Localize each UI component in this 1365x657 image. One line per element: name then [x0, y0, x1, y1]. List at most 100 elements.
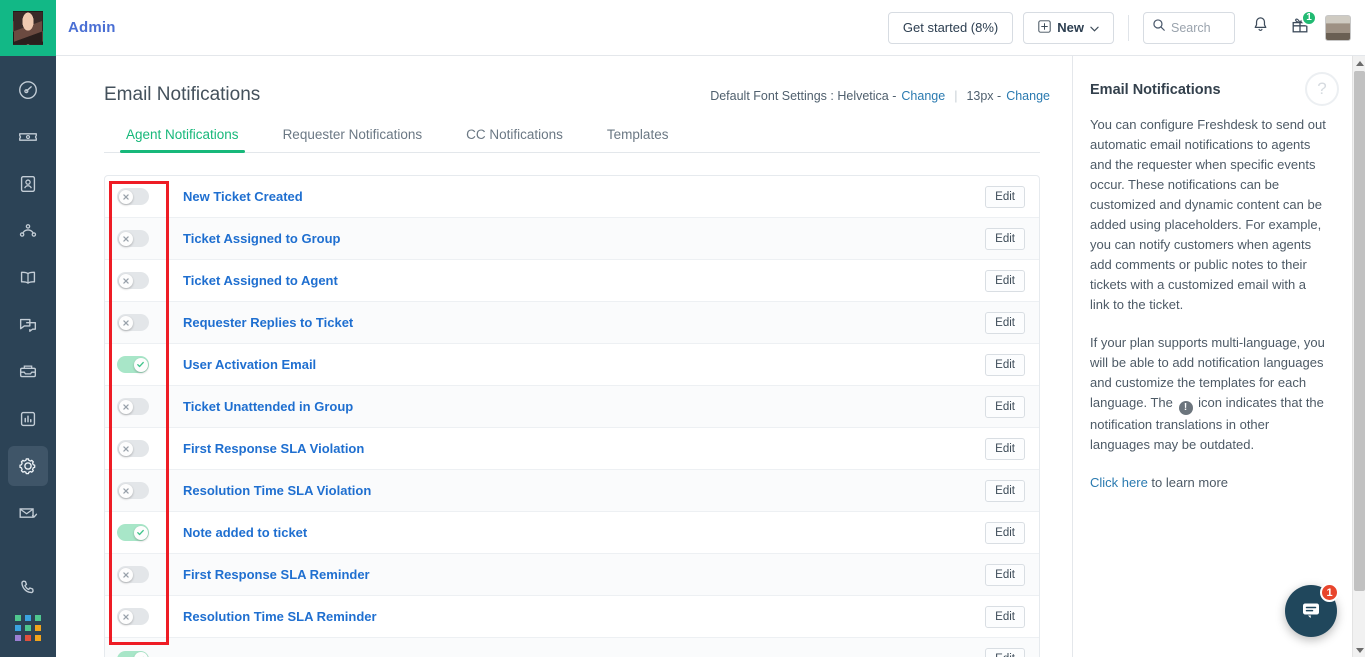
speedometer-icon — [17, 79, 39, 101]
notification-title-link[interactable]: Resolution Time SLA Reminder — [183, 609, 985, 624]
user-photo-logo — [13, 10, 43, 45]
edit-button[interactable]: Edit — [985, 269, 1025, 292]
toggle-cell — [117, 398, 183, 415]
book-icon — [17, 267, 39, 289]
bell-icon — [1252, 16, 1269, 39]
notification-title-link[interactable]: Ticket Assigned to Agent — [183, 273, 985, 288]
chat-widget-button[interactable]: 1 — [1285, 583, 1339, 637]
notification-title-link[interactable]: New Ticket Created — [183, 189, 985, 204]
social-network-icon — [17, 220, 39, 242]
chat-unread-badge: 1 — [1320, 583, 1339, 602]
table-row: Edit — [105, 638, 1039, 657]
edit-button[interactable]: Edit — [985, 605, 1025, 628]
sidebar-item-tickets[interactable] — [8, 117, 48, 157]
table-row: Resolution Time SLA Violation Edit — [105, 470, 1039, 512]
avatar[interactable] — [1325, 14, 1351, 41]
notification-toggle[interactable] — [117, 188, 149, 205]
scroll-up-arrow[interactable] — [1353, 56, 1365, 70]
notification-toggle[interactable] — [117, 230, 149, 247]
sidebar-item-solutions[interactable] — [8, 258, 48, 298]
scroll-down-arrow[interactable] — [1353, 643, 1365, 657]
get-started-label: Get started (8%) — [902, 20, 999, 35]
notification-title-link[interactable]: First Response SLA Violation — [183, 441, 985, 456]
sidebar-item-email[interactable] — [8, 493, 48, 533]
edit-button[interactable]: Edit — [985, 185, 1025, 208]
tab-requester-notifications[interactable]: Requester Notifications — [261, 127, 445, 153]
notification-title-link[interactable]: Requester Replies to Ticket — [183, 315, 985, 330]
notification-toggle[interactable] — [117, 650, 149, 657]
cross-icon — [118, 567, 133, 582]
sidebar-item-phone[interactable] — [8, 568, 48, 608]
sidebar-item-customers[interactable] — [8, 352, 48, 392]
get-started-button[interactable]: Get started (8%) — [887, 11, 1014, 44]
toggle-cell — [117, 356, 183, 373]
tab-cc-notifications[interactable]: CC Notifications — [444, 127, 585, 153]
sidebar-item-social[interactable] — [8, 211, 48, 251]
top-bar: Admin Get started (8%) New Search 1 — [0, 0, 1365, 56]
notification-toggle[interactable] — [117, 314, 149, 331]
sidebar-item-analytics[interactable] — [8, 399, 48, 439]
notification-toggle[interactable] — [117, 608, 149, 625]
notification-toggle[interactable] — [117, 356, 149, 373]
chat-bubble-icon — [1299, 597, 1323, 626]
gifts-button[interactable]: 1 — [1285, 9, 1317, 43]
toggle-cell — [117, 188, 183, 205]
notification-toggle[interactable] — [117, 440, 149, 457]
search-input[interactable]: Search — [1143, 11, 1235, 44]
sidebar-item-dashboard[interactable] — [8, 70, 48, 110]
font-family-change-link[interactable]: Change — [901, 89, 945, 103]
cross-icon — [118, 441, 133, 456]
notification-title-link[interactable]: Ticket Unattended in Group — [183, 399, 985, 414]
tab-templates[interactable]: Templates — [585, 127, 691, 153]
scrollbar-thumb[interactable] — [1354, 71, 1365, 591]
edit-button[interactable]: Edit — [985, 479, 1025, 502]
notification-title-link[interactable]: User Activation Email — [183, 357, 985, 372]
edit-button[interactable]: Edit — [985, 395, 1025, 418]
edit-button[interactable]: Edit — [985, 563, 1025, 586]
table-row: User Activation Email Edit — [105, 344, 1039, 386]
cross-icon — [118, 399, 133, 414]
sidebar-item-forums[interactable] — [8, 305, 48, 345]
toggle-cell — [117, 440, 183, 457]
brand-title: Admin — [68, 19, 116, 36]
chat-bubbles-icon — [17, 314, 39, 336]
toggle-cell — [117, 272, 183, 289]
font-size-change-link[interactable]: Change — [1006, 89, 1050, 103]
notification-title-link[interactable]: Note added to ticket — [183, 525, 985, 540]
notification-title-link[interactable]: Ticket Assigned to Group — [183, 231, 985, 246]
edit-button[interactable]: Edit — [985, 648, 1025, 657]
help-question-icon[interactable]: ? — [1305, 72, 1339, 106]
edit-button[interactable]: Edit — [985, 437, 1025, 460]
notification-toggle[interactable] — [117, 482, 149, 499]
notification-toggle[interactable] — [117, 398, 149, 415]
table-row: Note added to ticket Edit — [105, 512, 1039, 554]
edit-button[interactable]: Edit — [985, 227, 1025, 250]
logo-tile[interactable] — [0, 0, 56, 56]
font-settings-bar: Default Font Settings : Helvetica - Chan… — [710, 89, 1050, 103]
tab-agent-notifications[interactable]: Agent Notifications — [104, 127, 261, 153]
new-button[interactable]: New — [1023, 11, 1114, 44]
edit-button[interactable]: Edit — [985, 353, 1025, 376]
notification-toggle[interactable] — [117, 566, 149, 583]
table-row: First Response SLA Reminder Edit — [105, 554, 1039, 596]
table-row: First Response SLA Violation Edit — [105, 428, 1039, 470]
click-here-link[interactable]: Click here — [1090, 475, 1148, 490]
table-row: Ticket Assigned to Group Edit — [105, 218, 1039, 260]
toggle-cell — [117, 566, 183, 583]
apps-grid-icon[interactable] — [15, 615, 41, 641]
notification-title-link[interactable]: Resolution Time SLA Violation — [183, 483, 985, 498]
notification-toggle[interactable] — [117, 524, 149, 541]
notification-title-link[interactable]: First Response SLA Reminder — [183, 567, 985, 582]
edit-button[interactable]: Edit — [985, 521, 1025, 544]
search-icon — [1152, 18, 1166, 37]
cross-icon — [118, 273, 133, 288]
sidebar-item-contacts[interactable] — [8, 164, 48, 204]
notification-toggle[interactable] — [117, 272, 149, 289]
gift-badge: 1 — [1301, 9, 1317, 26]
notifications-bell-button[interactable] — [1245, 13, 1275, 43]
table-row: Resolution Time SLA Reminder Edit — [105, 596, 1039, 638]
inbox-icon — [17, 361, 39, 383]
sidebar-item-admin[interactable] — [8, 446, 48, 486]
edit-button[interactable]: Edit — [985, 311, 1025, 334]
page-scrollbar[interactable] — [1352, 56, 1365, 657]
